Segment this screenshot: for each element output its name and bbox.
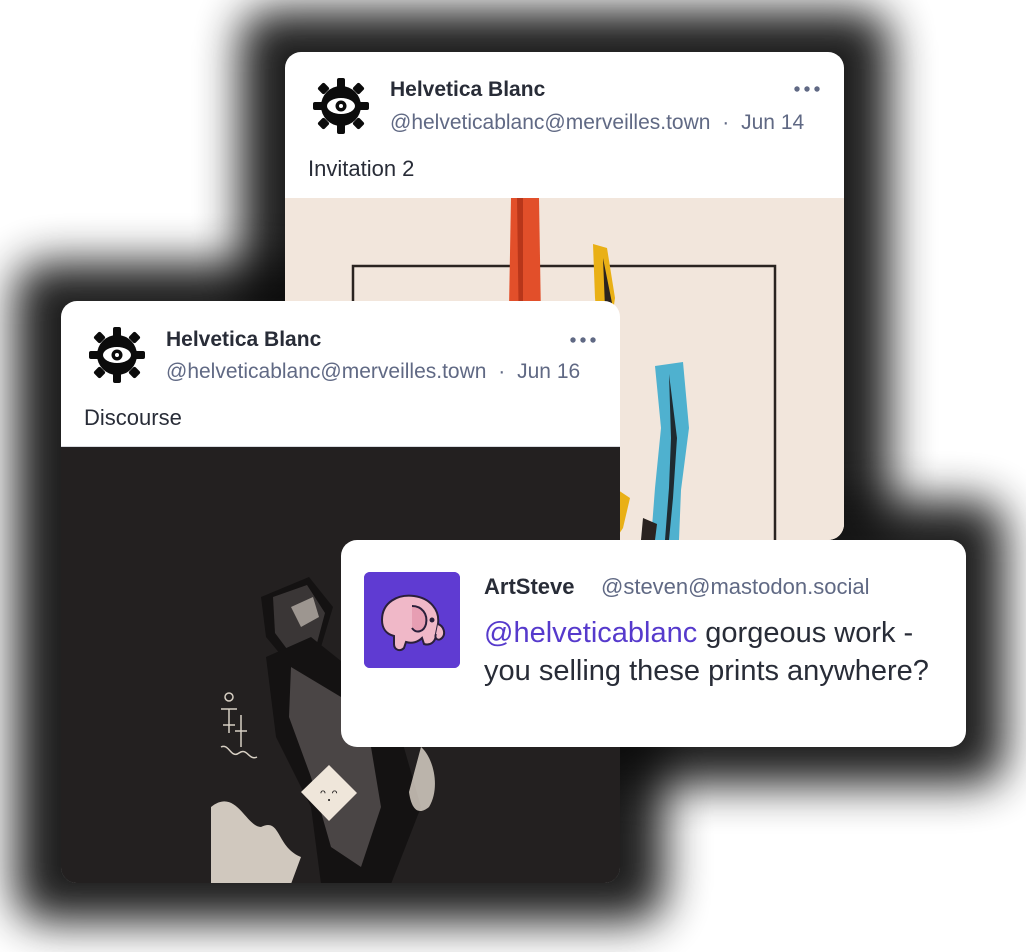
svg-text:ᵔ.ᵔ: ᵔ.ᵔ — [320, 786, 338, 805]
elephant-icon[interactable] — [364, 572, 460, 668]
reply-card[interactable]: ArtSteve @steven@mastodon.social @helvet… — [341, 540, 966, 747]
post-text: Invitation 2 — [308, 156, 415, 181]
reply-author-name[interactable]: ArtSteve — [484, 574, 574, 600]
more-options-icon[interactable] — [568, 333, 598, 347]
more-options-icon[interactable] — [792, 82, 822, 96]
author-handle[interactable]: @helveticablanc@merveilles.town — [390, 111, 710, 134]
mention-link[interactable]: @helveticablanc — [484, 617, 697, 649]
reply-author-handle[interactable]: @steven@mastodon.social — [601, 574, 869, 600]
meta-separator: · — [722, 111, 730, 134]
post-date[interactable]: Jun 14 — [741, 111, 804, 134]
meta-separator: · — [498, 360, 506, 383]
avatar-icon[interactable] — [311, 76, 371, 136]
avatar-icon[interactable] — [87, 325, 147, 385]
reply-text: @helveticablanc gorgeous work - you sell… — [484, 614, 944, 690]
post-date[interactable]: Jun 16 — [517, 360, 580, 383]
post-header: Helvetica Blanc @helveticablanc@merveill… — [61, 301, 620, 401]
author-name[interactable]: Helvetica Blanc — [390, 78, 545, 102]
post-header: Helvetica Blanc @helveticablanc@merveill… — [285, 52, 844, 152]
author-meta: @helveticablanc@merveilles.town · Jun 14 — [390, 111, 804, 135]
author-meta: @helveticablanc@merveilles.town · Jun 16 — [166, 360, 580, 384]
post-text: Discourse — [84, 405, 182, 430]
author-name[interactable]: Helvetica Blanc — [166, 328, 321, 352]
author-handle[interactable]: @helveticablanc@merveilles.town — [166, 360, 486, 383]
